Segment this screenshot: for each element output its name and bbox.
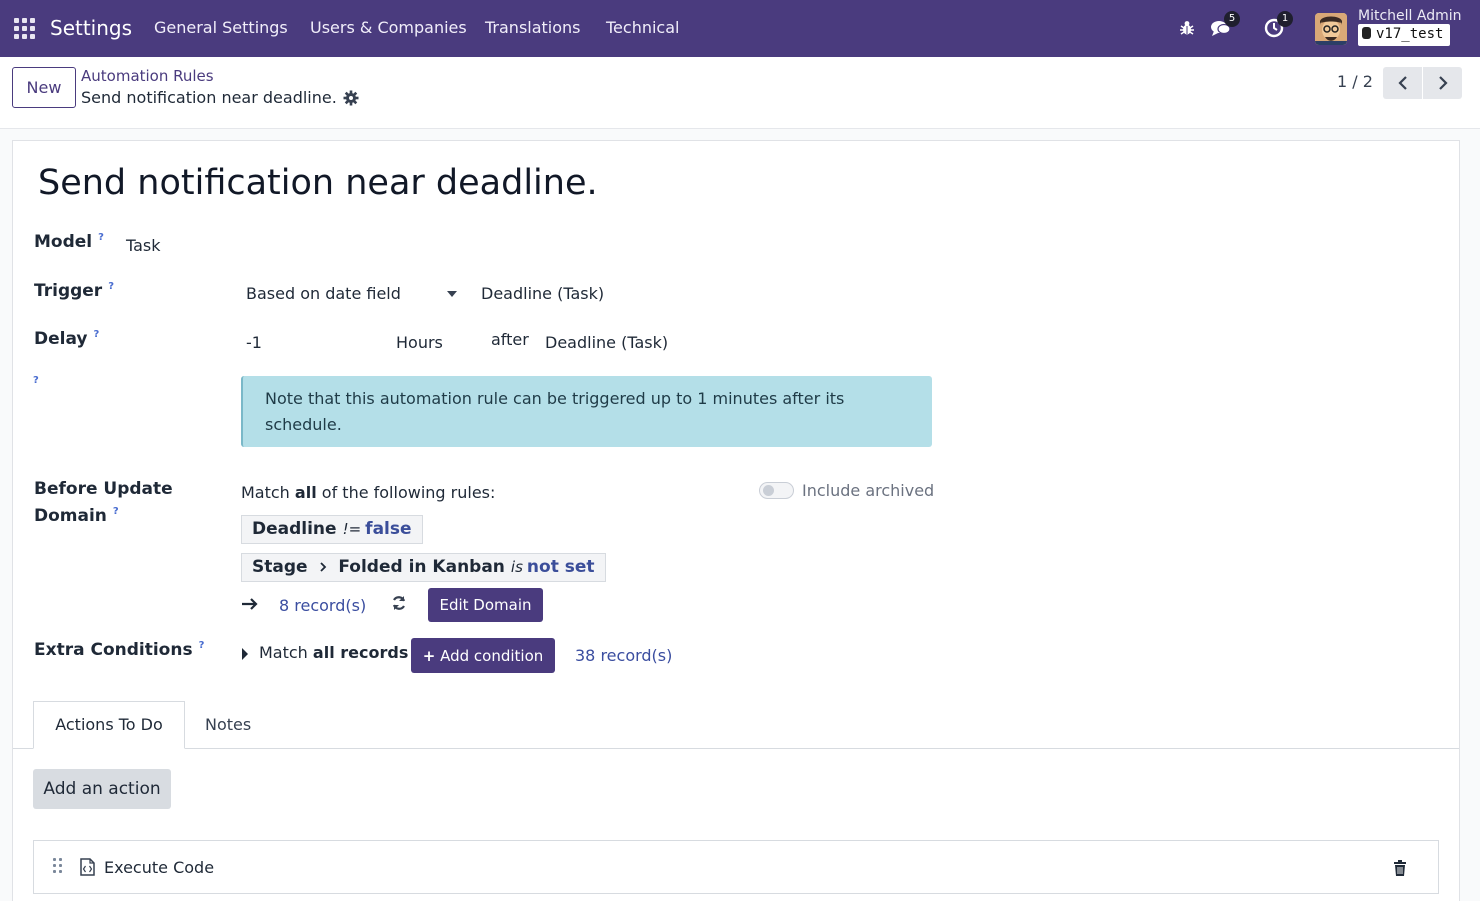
delay-date-field[interactable]: Deadline (Task) — [545, 333, 668, 352]
tab-actions-to-do[interactable]: Actions To Do — [33, 701, 185, 749]
include-archived-label: Include archived — [802, 481, 935, 500]
delay-label: Delay? — [34, 329, 100, 349]
chevron-right-icon — [320, 562, 327, 572]
messages-count-badge: 5 — [1224, 11, 1240, 27]
extra-match-text[interactable]: Match all records — [259, 643, 408, 662]
database-icon — [1362, 27, 1371, 39]
drag-handle-icon[interactable] — [53, 858, 63, 874]
activities-count-badge: 1 — [1277, 11, 1293, 27]
domain-rule-deadline[interactable]: Deadline != false — [241, 515, 423, 544]
breadcrumb-current: Send notification near deadline. — [81, 88, 337, 107]
delay-unit-select[interactable]: Hours — [396, 333, 443, 352]
extra-conditions-help-icon[interactable]: ? — [199, 640, 205, 651]
new-button[interactable]: New — [12, 67, 76, 108]
plus-icon: + — [422, 646, 436, 665]
menu-technical[interactable]: Technical — [606, 0, 679, 57]
rule-name-field[interactable]: Send notification near deadline. — [38, 163, 598, 203]
pager-value[interactable]: 1 / 2 — [1337, 72, 1373, 91]
edit-domain-button[interactable]: Edit Domain — [428, 588, 543, 622]
match-all-selector[interactable]: all — [295, 483, 317, 502]
trigger-label: Trigger? — [34, 281, 115, 301]
database-name: v17_test — [1376, 26, 1444, 42]
chevron-left-icon — [1397, 76, 1407, 90]
caret-down-icon — [447, 291, 457, 297]
delay-help-icon[interactable]: ? — [94, 329, 100, 340]
app-brand[interactable]: Settings — [50, 0, 132, 57]
top-navbar: Settings General Settings Users & Compan… — [0, 0, 1480, 57]
pager-previous-button[interactable] — [1383, 67, 1422, 99]
info-alert: Note that this automation rule can be tr… — [241, 376, 932, 447]
domain-records-link[interactable]: 8 record(s) — [279, 596, 366, 615]
activities-clock-icon[interactable]: 1 — [1262, 11, 1293, 40]
include-archived-toggle[interactable] — [759, 482, 794, 499]
menu-translations[interactable]: Translations — [485, 0, 581, 57]
pager-next-button[interactable] — [1423, 67, 1462, 99]
user-name[interactable]: Mitchell Admin — [1358, 8, 1462, 24]
chevron-right-icon — [1438, 76, 1448, 90]
trigger-select[interactable]: Based on date field — [246, 284, 401, 303]
extra-conditions-label: Extra Conditions? — [34, 640, 205, 660]
model-value[interactable]: Task — [126, 236, 161, 255]
delay-relation: after — [491, 330, 529, 349]
caret-right-icon[interactable] — [241, 648, 249, 660]
messages-icon[interactable]: 5 — [1209, 11, 1240, 40]
model-label: Model? — [34, 232, 104, 252]
tab-notes[interactable]: Notes — [205, 701, 251, 749]
app-menu-icon[interactable] — [14, 18, 35, 39]
action-name: Execute Code — [104, 858, 215, 877]
refresh-icon[interactable] — [391, 595, 407, 611]
trigger-help-icon[interactable]: ? — [108, 281, 114, 292]
menu-users-companies[interactable]: Users & Companies — [310, 0, 467, 57]
before-update-label-line1: Before Update — [34, 479, 173, 499]
user-avatar[interactable] — [1315, 13, 1347, 45]
domain-rule-stage[interactable]: Stage Folded in Kanban is not set — [241, 553, 606, 582]
alert-help-icon[interactable]: ? — [33, 375, 39, 386]
breadcrumb-parent-link[interactable]: Automation Rules — [81, 67, 214, 85]
extra-records-link[interactable]: 38 record(s) — [575, 646, 672, 665]
menu-general-settings[interactable]: General Settings — [154, 0, 288, 57]
debug-bug-icon[interactable] — [1175, 16, 1199, 40]
code-file-icon — [80, 858, 95, 876]
form-sheet: Send notification near deadline. Model? … — [12, 140, 1460, 901]
add-action-button[interactable]: Add an action — [33, 769, 171, 809]
action-row[interactable]: Execute Code — [33, 840, 1439, 894]
domain-help-icon[interactable]: ? — [113, 506, 119, 517]
database-badge: v17_test — [1358, 24, 1451, 46]
trash-icon[interactable] — [1393, 860, 1407, 876]
gear-icon[interactable] — [343, 90, 359, 106]
before-update-label-line2: Domain? — [34, 506, 119, 526]
model-help-icon[interactable]: ? — [98, 232, 104, 243]
trigger-date-field[interactable]: Deadline (Task) — [481, 284, 604, 303]
delay-number-input[interactable]: -1 — [246, 333, 262, 352]
domain-match-text: Match all of the following rules: — [241, 483, 496, 502]
control-panel: New Automation Rules Send notification n… — [0, 57, 1480, 129]
arrow-right-icon — [242, 598, 258, 610]
add-condition-button[interactable]: + Add condition — [411, 638, 555, 673]
